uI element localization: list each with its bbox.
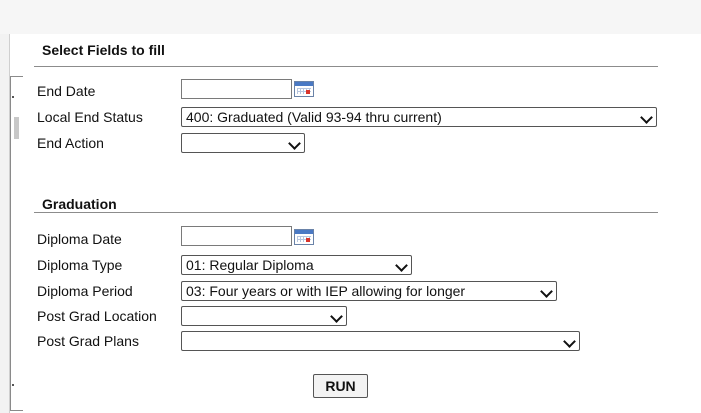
diploma-type-select[interactable]: 01: Regular Diploma	[181, 255, 412, 275]
scroll-marker-dot	[12, 384, 14, 386]
diploma-date-input[interactable]	[181, 226, 292, 246]
post-grad-location-label: Post Grad Location	[37, 308, 157, 324]
end-date-label: End Date	[37, 83, 96, 99]
form-panel	[9, 34, 701, 413]
end-date-input[interactable]	[181, 79, 292, 99]
run-button[interactable]: RUN	[313, 374, 368, 398]
post-grad-location-select[interactable]	[181, 306, 347, 326]
post-grad-plans-label: Post Grad Plans	[37, 333, 139, 349]
end-action-select[interactable]	[181, 133, 305, 153]
diploma-type-label: Diploma Type	[37, 257, 123, 273]
diploma-period-value: 03: Four years or with IEP allowing for …	[186, 283, 466, 299]
end-action-label: End Action	[37, 135, 104, 151]
chevron-down-icon	[540, 285, 553, 298]
scroll-marker-dot	[12, 96, 14, 98]
chevron-down-icon	[395, 259, 408, 272]
local-end-status-value: 400: Graduated (Valid 93-94 thru current…	[186, 109, 442, 125]
vertical-scrollbar[interactable]	[10, 76, 23, 411]
scrollbar-thumb[interactable]	[14, 117, 19, 139]
section-divider	[34, 212, 658, 213]
diploma-date-label: Diploma Date	[37, 231, 122, 247]
diploma-type-value: 01: Regular Diploma	[186, 257, 314, 273]
diploma-period-select[interactable]: 03: Four years or with IEP allowing for …	[181, 281, 557, 301]
section-title-fields: Select Fields to fill	[42, 42, 165, 58]
calendar-icon[interactable]	[294, 81, 314, 97]
chevron-down-icon	[288, 137, 301, 150]
chevron-down-icon	[640, 111, 653, 124]
chevron-down-icon	[330, 310, 343, 323]
diploma-period-label: Diploma Period	[37, 283, 133, 299]
chevron-down-icon	[563, 335, 576, 348]
local-end-status-label: Local End Status	[37, 109, 143, 125]
post-grad-plans-select[interactable]	[181, 331, 580, 351]
local-end-status-select[interactable]: 400: Graduated (Valid 93-94 thru current…	[181, 107, 657, 127]
section-title-graduation: Graduation	[42, 196, 117, 212]
section-divider	[34, 66, 658, 67]
top-band	[0, 0, 701, 34]
calendar-icon[interactable]	[294, 229, 314, 245]
